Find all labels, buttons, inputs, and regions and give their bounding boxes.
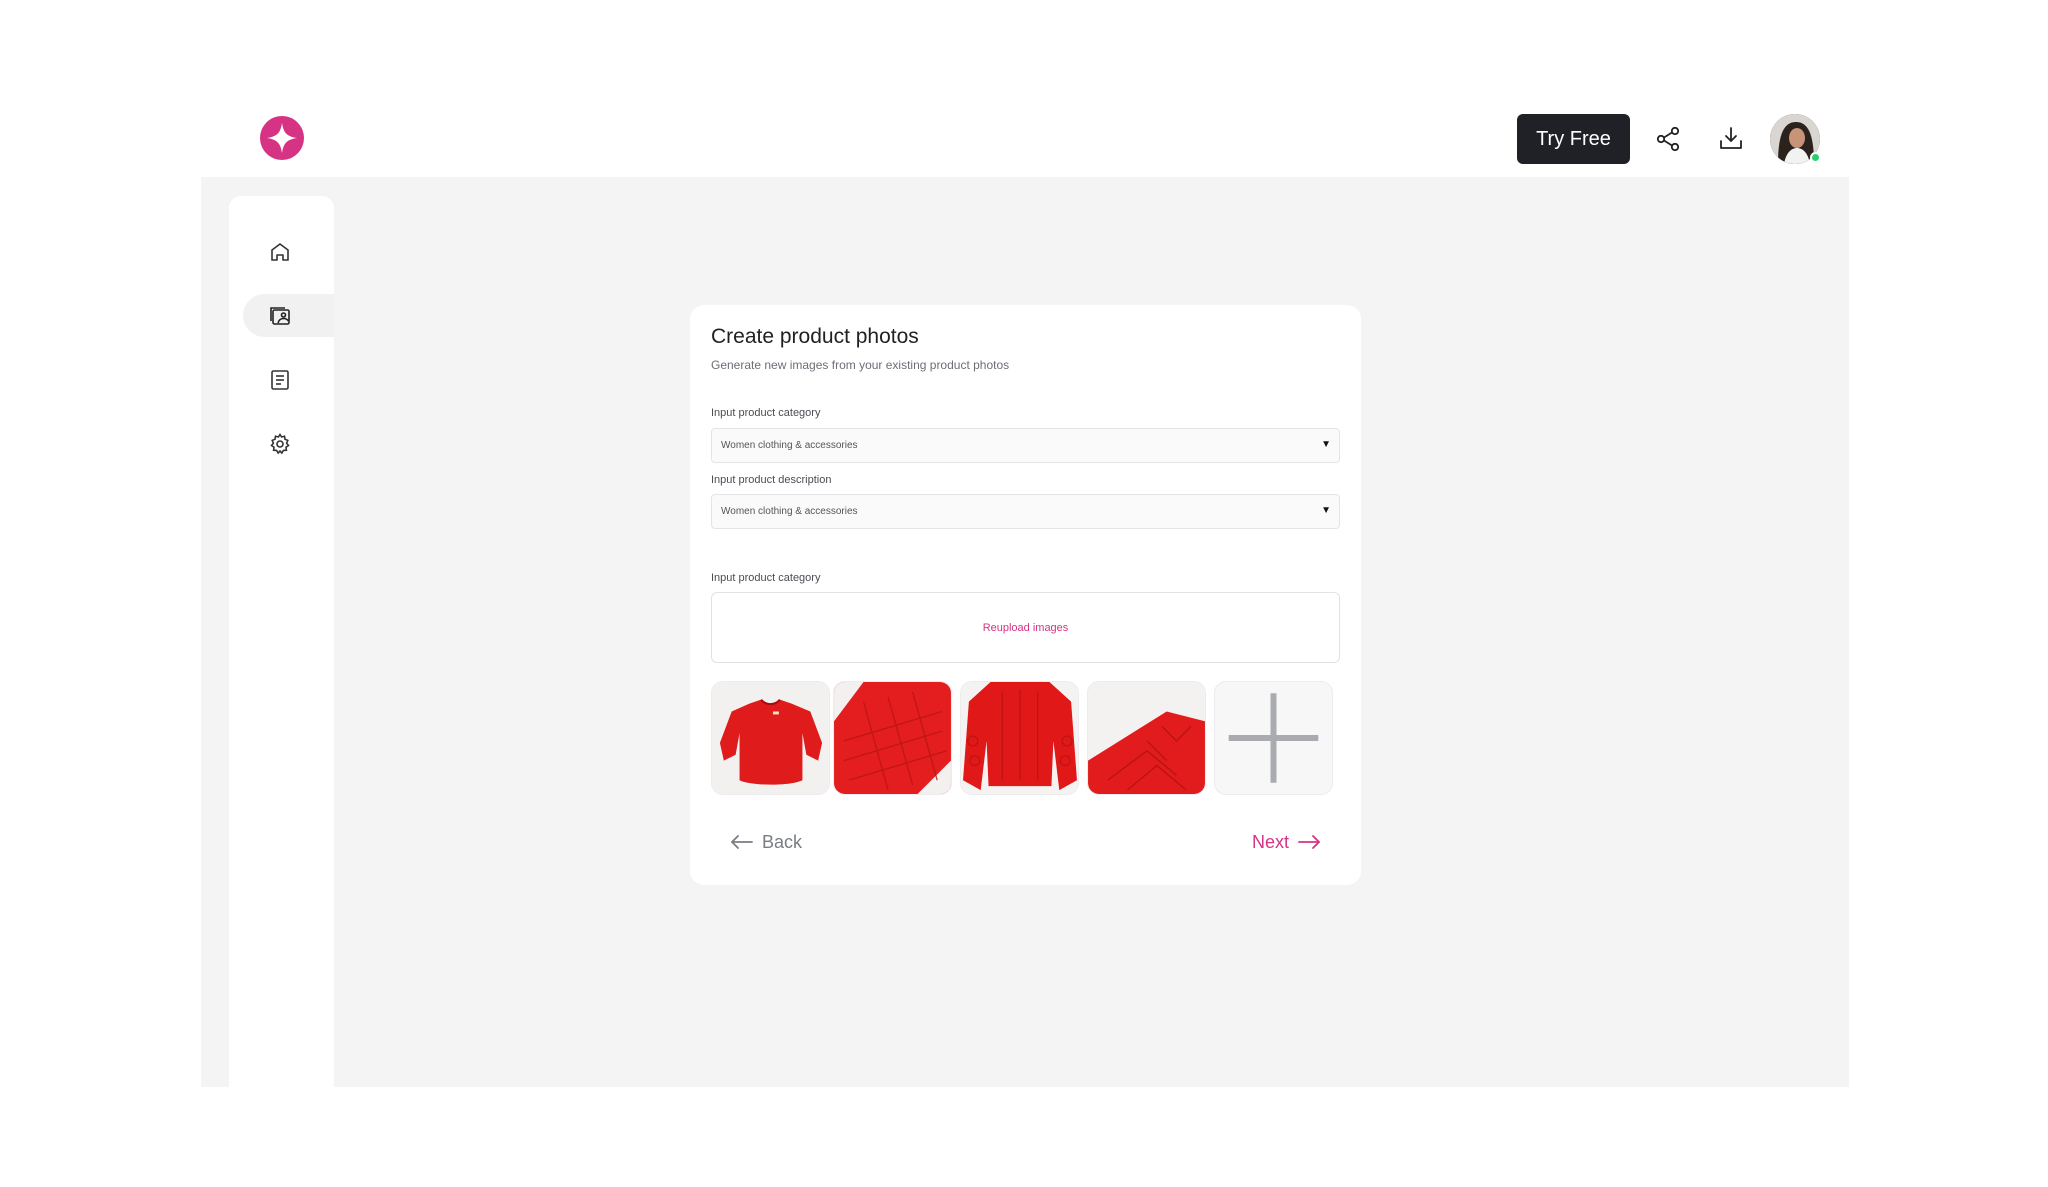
product-thumbnail[interactable] (960, 681, 1079, 795)
page-subtitle: Generate new images from your existing p… (711, 358, 1010, 372)
upload-label: Input product category (711, 572, 821, 584)
arrow-right-icon (1298, 835, 1320, 849)
create-product-photos-card: Create product photos Generate new image… (690, 305, 1361, 885)
reupload-images-link[interactable]: Reupload images (983, 622, 1069, 634)
sidebar-item-settings[interactable] (243, 422, 334, 465)
description-label: Input product description (711, 474, 832, 486)
home-icon (271, 242, 289, 261)
online-status-indicator (1810, 152, 1821, 163)
category-select[interactable]: Women clothing & accessories ▼ (711, 428, 1340, 463)
try-free-button[interactable]: Try Free (1517, 114, 1630, 164)
category-select-value: Women clothing & accessories (721, 440, 858, 451)
photo-gallery-icon (270, 306, 290, 325)
sidebar-item-documents[interactable] (243, 358, 334, 401)
plus-icon (1228, 693, 1319, 783)
share-icon (1656, 126, 1680, 152)
next-label: Next (1251, 831, 1289, 852)
product-thumbnail[interactable] (711, 681, 830, 795)
red-sweater-worn-image (961, 682, 1078, 794)
red-knit-closeup-image (834, 682, 951, 794)
sidebar-item-photos[interactable] (243, 294, 334, 337)
next-button[interactable]: Next (1252, 827, 1321, 857)
chevron-down-icon: ▼ (1321, 505, 1331, 516)
back-label: Back (762, 831, 803, 852)
reupload-dropzone[interactable]: Reupload images (711, 592, 1340, 663)
category-label: Input product category (711, 407, 821, 419)
red-sweater-front-image (712, 682, 829, 794)
description-select[interactable]: Women clothing & accessories ▼ (711, 494, 1340, 529)
sidebar-item-home[interactable] (243, 230, 334, 273)
document-icon (271, 369, 289, 390)
description-select-value: Women clothing & accessories (721, 506, 858, 517)
page-title: Create product photos (711, 325, 919, 348)
add-image-button[interactable] (1214, 681, 1333, 795)
settings-icon (270, 432, 290, 454)
arrow-left-icon (731, 835, 753, 849)
sparkle-logo-icon (260, 116, 304, 160)
chevron-down-icon: ▼ (1321, 439, 1331, 450)
share-button[interactable] (1653, 124, 1683, 154)
red-knit-detail-image (1088, 682, 1205, 794)
brand-logo[interactable] (259, 115, 305, 161)
download-icon (1720, 127, 1742, 149)
product-thumbnail[interactable] (1087, 681, 1206, 795)
product-thumbnail[interactable] (833, 681, 952, 795)
sidebar (229, 196, 334, 1087)
download-button[interactable] (1716, 124, 1746, 154)
back-button[interactable]: Back (730, 827, 802, 857)
